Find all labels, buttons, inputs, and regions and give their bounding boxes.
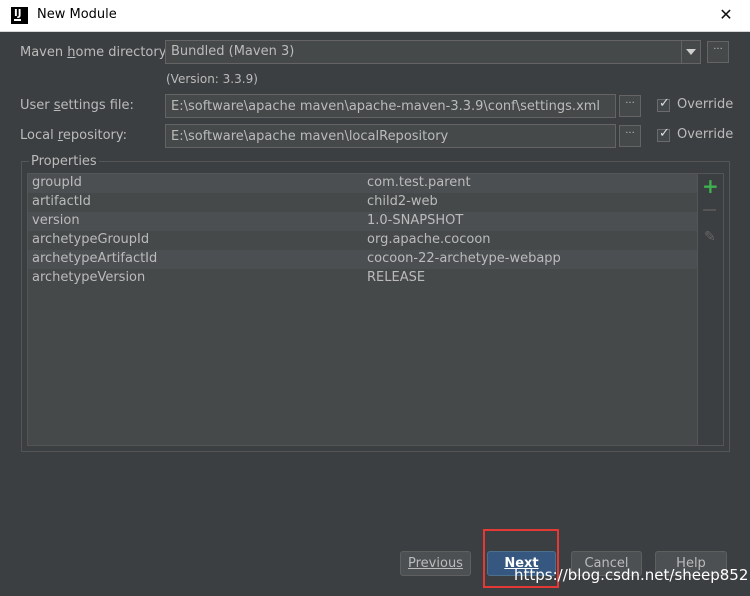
property-key: version [32, 213, 80, 228]
user-settings-field[interactable] [165, 94, 616, 118]
properties-table[interactable]: groupId com.test.parent artifactId child… [27, 173, 698, 446]
dialog-title: New Module [37, 7, 117, 22]
table-row[interactable]: artifactId child2-web [28, 193, 697, 212]
close-icon[interactable]: ✕ [712, 3, 740, 27]
table-row[interactable]: archetypeArtifactId cocoon-22-archetype-… [28, 250, 697, 269]
add-icon[interactable]: + [702, 175, 719, 197]
override-settings-label: Override [677, 97, 734, 112]
override-repository-checkbox[interactable]: ✓ [657, 126, 670, 142]
property-key: artifactId [32, 194, 91, 209]
new-module-dialog: IJ New Module ✕ Maven home directory: Bu… [0, 0, 750, 596]
table-row[interactable]: version 1.0-SNAPSHOT [28, 212, 697, 231]
property-value: RELEASE [367, 270, 426, 285]
property-key: archetypeGroupId [32, 232, 150, 247]
properties-toolbar: + ✎ [698, 173, 724, 446]
table-row[interactable]: archetypeGroupId org.apache.cocoon [28, 231, 697, 250]
browse-repository-button[interactable]: ··· [619, 125, 641, 147]
table-row[interactable]: archetypeVersion RELEASE [28, 269, 697, 288]
property-key: groupId [32, 175, 82, 190]
title-bar: IJ New Module ✕ [0, 0, 750, 32]
user-settings-label: User settings file: [20, 98, 134, 113]
property-value: com.test.parent [367, 175, 471, 190]
intellij-icon: IJ [11, 7, 28, 24]
user-settings-input[interactable] [166, 95, 615, 117]
maven-home-value: Bundled (Maven 3) [171, 44, 295, 59]
property-key: archetypeVersion [32, 270, 146, 285]
chevron-down-icon[interactable] [681, 41, 700, 63]
property-value: 1.0-SNAPSHOT [367, 213, 464, 228]
override-repository-label: Override [677, 127, 734, 142]
watermark-text: https://blog.csdn.net/sheep8521 [514, 566, 750, 584]
local-repository-field[interactable] [165, 124, 616, 148]
local-repository-input[interactable] [166, 125, 615, 147]
override-settings-checkbox[interactable]: ✓ [657, 96, 670, 112]
table-row[interactable]: groupId com.test.parent [28, 174, 697, 193]
property-key: archetypeArtifactId [32, 251, 158, 266]
property-value: child2-web [367, 194, 438, 209]
property-value: org.apache.cocoon [367, 232, 491, 247]
maven-home-select[interactable]: Bundled (Maven 3) [165, 40, 701, 64]
browse-maven-home-button[interactable]: ··· [707, 41, 729, 63]
local-repository-label: Local repository: [20, 128, 128, 143]
pencil-icon[interactable]: ✎ [704, 229, 716, 245]
properties-title: Properties [29, 154, 99, 169]
maven-home-label: Maven home directory: [20, 45, 170, 60]
remove-icon[interactable] [703, 209, 716, 211]
previous-button[interactable]: Previous [400, 551, 471, 576]
property-value: cocoon-22-archetype-webapp [367, 251, 561, 266]
browse-settings-button[interactable]: ··· [619, 95, 641, 117]
maven-version-text: (Version: 3.3.9) [166, 72, 258, 86]
